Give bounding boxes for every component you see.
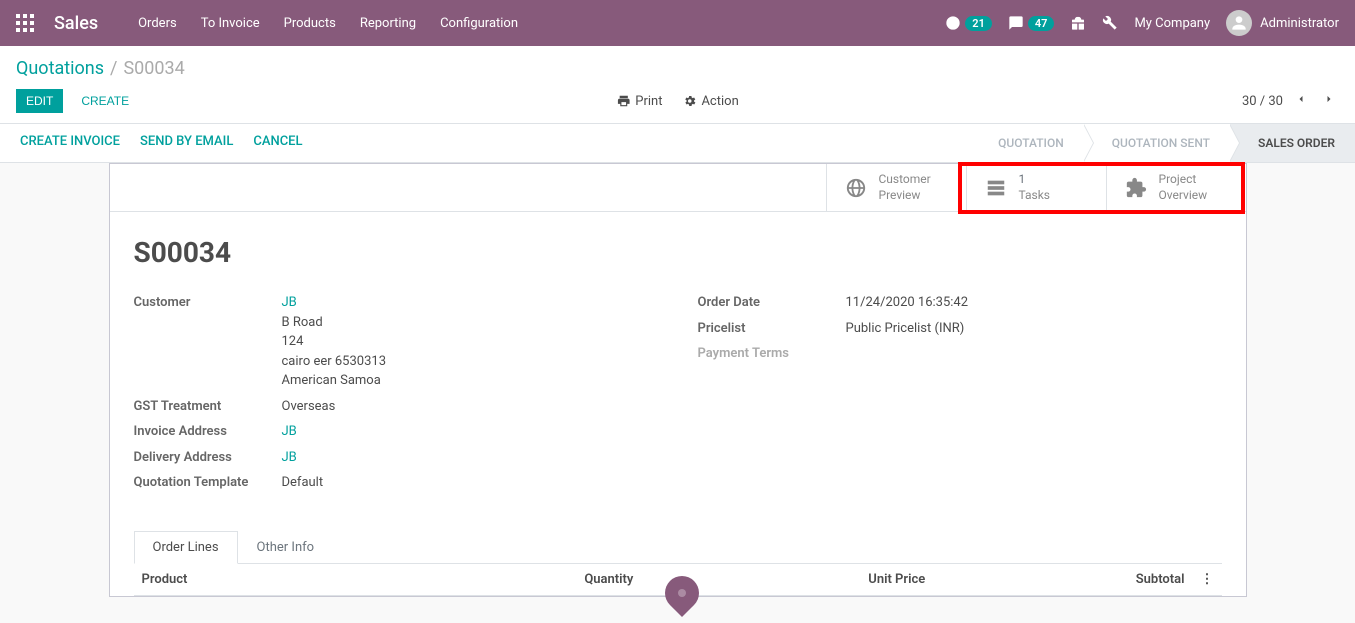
customer-addr4: American Samoa <box>282 373 381 388</box>
nav-menu-configuration[interactable]: Configuration <box>440 16 518 31</box>
form-view: Customer Preview 1 Tasks Project Overvie… <box>0 163 1355 597</box>
user-name: Administrator <box>1260 16 1339 31</box>
customer-addr1: B Road <box>282 315 323 330</box>
status-step-sales-order[interactable]: Sales Order <box>1230 124 1355 162</box>
order-date-label: Order Date <box>698 293 846 310</box>
delivery-address-label: Delivery Address <box>134 448 282 465</box>
record-title: S00034 <box>134 236 1222 269</box>
company-switcher[interactable]: My Company <box>1134 16 1210 31</box>
wrench-icon[interactable] <box>1102 15 1118 31</box>
tasks-label: Tasks <box>1019 188 1051 204</box>
customer-label: Customer <box>134 293 282 310</box>
print-label: Print <box>635 94 662 109</box>
gift-icon[interactable] <box>1070 15 1086 31</box>
col-subtotal[interactable]: Subtotal <box>933 564 1192 596</box>
create-invoice-button[interactable]: Create Invoice <box>20 134 120 152</box>
print-icon <box>616 94 630 108</box>
breadcrumb-sep: / <box>110 58 117 79</box>
nav-menu-orders[interactable]: Orders <box>138 16 177 31</box>
project-overview-button[interactable]: Project Overview <box>1106 164 1246 211</box>
tab-other-info[interactable]: Other Info <box>238 531 334 563</box>
stat-buttons-row: Customer Preview 1 Tasks Project Overvie… <box>110 164 1246 212</box>
action-row: Edit Create Print Action 30 / 30 <box>0 79 1355 123</box>
project-overview-line1: Project <box>1159 172 1208 188</box>
status-step-quotation-sent[interactable]: Quotation Sent <box>1084 124 1230 162</box>
customer-preview-line1: Customer <box>879 172 931 188</box>
order-date-value: 11/24/2020 16:35:42 <box>846 293 1222 313</box>
pager: 30 / 30 <box>1242 89 1339 113</box>
action-button[interactable]: Action <box>682 94 738 109</box>
status-steps: Quotation Quotation Sent Sales Order <box>978 124 1355 162</box>
chevron-left-icon <box>1295 93 1307 105</box>
tasks-count: 1 <box>1019 172 1051 188</box>
status-bar: Create Invoice Send by Email Cancel Quot… <box>0 124 1355 163</box>
print-button[interactable]: Print <box>616 94 662 109</box>
gear-icon <box>682 94 696 108</box>
project-overview-line2: Overview <box>1159 188 1208 204</box>
app-brand[interactable]: Sales <box>54 13 98 34</box>
col-quantity[interactable]: Quantity <box>381 564 641 596</box>
quotation-template-value: Default <box>282 473 658 493</box>
status-actions: Create Invoice Send by Email Cancel <box>0 124 323 162</box>
form-sheet: Customer Preview 1 Tasks Project Overvie… <box>109 163 1247 597</box>
delivery-address-link[interactable]: JB <box>282 450 297 465</box>
sheet-body: S00034 Customer JB B Road 124 cairo eer … <box>110 212 1246 507</box>
col-product[interactable]: Product <box>134 564 382 596</box>
quotation-template-label: Quotation Template <box>134 473 282 490</box>
customer-link[interactable]: JB <box>282 295 297 310</box>
tasks-icon <box>985 177 1007 199</box>
invoice-address-label: Invoice Address <box>134 422 282 439</box>
customer-addr3: cairo eer 6530313 <box>282 354 387 369</box>
edit-button[interactable]: Edit <box>16 89 63 113</box>
status-step-quotation[interactable]: Quotation <box>978 124 1084 162</box>
pricelist-value: Public Pricelist (INR) <box>846 319 1222 339</box>
customer-preview-button[interactable]: Customer Preview <box>826 164 966 211</box>
right-column: Order Date 11/24/2020 16:35:42 Pricelist… <box>698 293 1222 499</box>
left-column: Customer JB B Road 124 cairo eer 6530313… <box>134 293 658 499</box>
gst-value: Overseas <box>282 397 658 417</box>
apps-icon[interactable] <box>16 14 34 32</box>
notebook-tabs: Order Lines Other Info <box>134 531 1222 564</box>
gst-label: GST Treatment <box>134 397 282 414</box>
activities-count: 21 <box>965 16 992 31</box>
pager-text: 30 / 30 <box>1242 94 1283 109</box>
nav-menu-reporting[interactable]: Reporting <box>360 16 416 31</box>
tasks-button[interactable]: 1 Tasks <box>966 164 1106 211</box>
chat-icon <box>1008 15 1024 31</box>
breadcrumb: Quotations / S00034 <box>0 46 1355 79</box>
tab-order-lines[interactable]: Order Lines <box>134 531 238 564</box>
user-menu[interactable]: Administrator <box>1226 10 1339 36</box>
pager-next[interactable] <box>1319 89 1339 113</box>
messages-button[interactable]: 47 <box>1008 15 1055 31</box>
chevron-right-icon <box>1323 93 1335 105</box>
customer-addr2: 124 <box>282 334 304 349</box>
pricelist-label: Pricelist <box>698 319 846 336</box>
messages-count: 47 <box>1028 16 1055 31</box>
nav-right: 21 47 My Company Administrator <box>945 10 1339 36</box>
avatar <box>1226 10 1252 36</box>
clock-icon <box>945 15 961 31</box>
globe-icon <box>845 177 867 199</box>
breadcrumb-current: S00034 <box>123 58 184 79</box>
pager-prev[interactable] <box>1291 89 1311 113</box>
customer-preview-line2: Preview <box>879 188 931 204</box>
nav-menu-products[interactable]: Products <box>284 16 336 31</box>
center-toolbar: Print Action <box>616 94 739 109</box>
action-label: Action <box>701 94 738 109</box>
breadcrumb-parent[interactable]: Quotations <box>16 58 104 79</box>
send-by-email-button[interactable]: Send by Email <box>140 134 233 152</box>
cancel-button[interactable]: Cancel <box>253 134 302 152</box>
nav-menu-to-invoice[interactable]: To Invoice <box>201 16 260 31</box>
top-navbar: Sales Orders To Invoice Products Reporti… <box>0 0 1355 46</box>
invoice-address-link[interactable]: JB <box>282 424 297 439</box>
control-panel: Quotations / S00034 Edit Create Print Ac… <box>0 46 1355 124</box>
create-button[interactable]: Create <box>71 89 139 113</box>
col-options[interactable]: ⋮ <box>1193 564 1222 596</box>
payment-terms-label: Payment Terms <box>698 344 846 361</box>
nav-menu: Orders To Invoice Products Reporting Con… <box>138 16 518 31</box>
puzzle-icon <box>1125 177 1147 199</box>
activities-button[interactable]: 21 <box>945 15 992 31</box>
